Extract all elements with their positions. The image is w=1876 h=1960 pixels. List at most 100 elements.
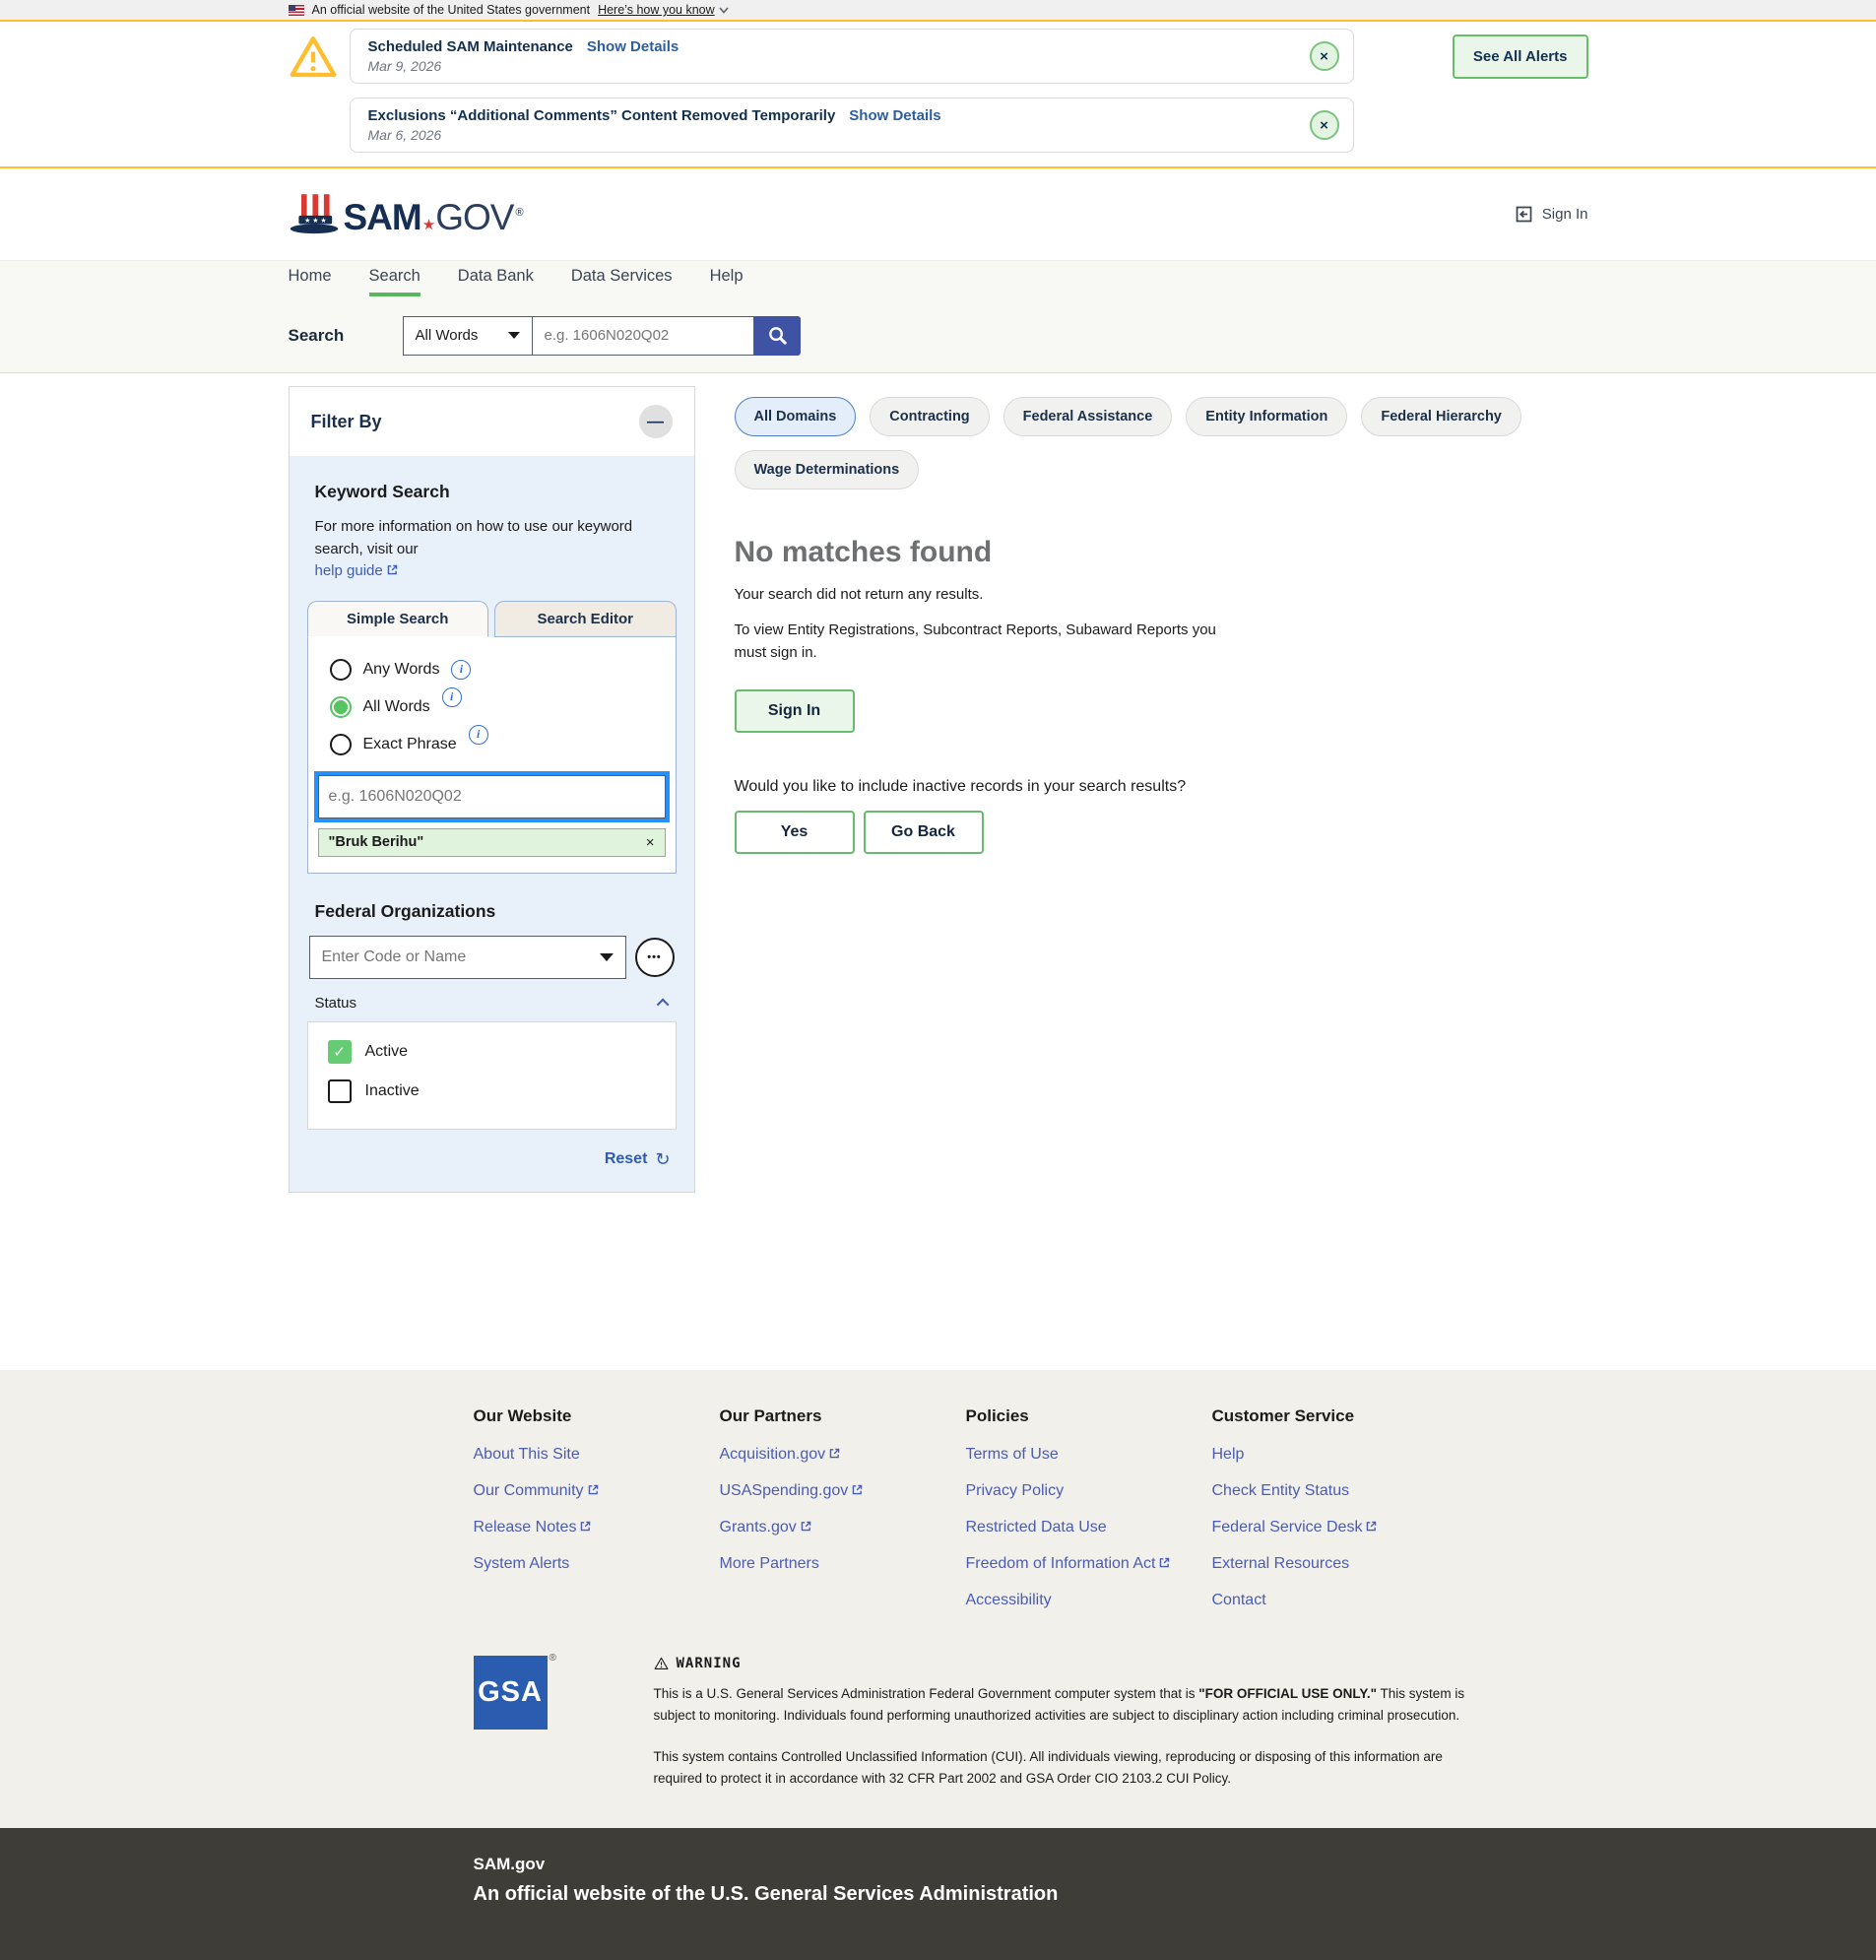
radio-circle-all-words[interactable]: [330, 696, 352, 718]
remove-tag-icon[interactable]: ×: [646, 834, 655, 851]
status-active-label: Active: [365, 1043, 409, 1061]
info-icon[interactable]: i: [469, 725, 488, 745]
caret-down-icon: [508, 332, 520, 339]
yes-button[interactable]: Yes: [735, 811, 855, 854]
identifier-statement: An official website of the U.S. General …: [474, 1883, 1588, 1906]
gov-banner-text: An official website of the United States…: [312, 3, 591, 17]
footer-link-our-community[interactable]: Our Community: [474, 1482, 720, 1500]
search-input[interactable]: [533, 316, 754, 356]
ellipsis-icon: •••: [647, 951, 662, 963]
sam-gov-logo[interactable]: ★ ★ ★ SAM★GOV®: [289, 191, 523, 238]
footer-link-help[interactable]: Help: [1212, 1446, 1458, 1464]
footer-link-freedom-of-information-act[interactable]: Freedom of Information Act: [966, 1555, 1212, 1573]
nav-item-search[interactable]: Search: [369, 267, 420, 292]
footer-link-system-alerts[interactable]: System Alerts: [474, 1555, 720, 1573]
footer-link-about-this-site[interactable]: About This Site: [474, 1446, 720, 1464]
external-link-icon: [587, 1483, 600, 1496]
nav-item-data-services[interactable]: Data Services: [571, 267, 673, 292]
help-guide-link[interactable]: help guide: [315, 562, 399, 579]
status-section-toggle[interactable]: Status: [315, 995, 669, 1012]
keyword-input[interactable]: [318, 775, 666, 818]
federal-organizations-heading: Federal Organizations: [315, 901, 669, 922]
primary-nav: Home Search Data Bank Data Services Help: [0, 260, 1876, 297]
domain-tab-federal-hierarchy[interactable]: Federal Hierarchy: [1361, 397, 1521, 436]
footer-link-privacy-policy[interactable]: Privacy Policy: [966, 1482, 1212, 1500]
nav-item-help[interactable]: Help: [710, 267, 744, 292]
footer-link-acquisition-gov[interactable]: Acquisition.gov: [720, 1446, 966, 1464]
reset-filters-link[interactable]: Reset: [605, 1150, 648, 1168]
footer-link-federal-service-desk[interactable]: Federal Service Desk: [1212, 1519, 1458, 1536]
search-band: Search All Words: [0, 297, 1876, 373]
footer-link-usaspending-gov[interactable]: USASpending.gov: [720, 1482, 966, 1500]
sign-in-button[interactable]: Sign In: [735, 689, 855, 733]
sign-in-link[interactable]: Sign In: [1514, 204, 1588, 225]
alert-show-details-link[interactable]: Show Details: [587, 38, 679, 55]
nav-item-home[interactable]: Home: [289, 267, 332, 292]
info-icon[interactable]: i: [442, 687, 462, 707]
logo-sam-text: SAM: [344, 197, 421, 238]
status-inactive-option[interactable]: Inactive: [328, 1079, 656, 1103]
search-submit-button[interactable]: [754, 316, 801, 356]
radio-any-words-label: Any Words: [363, 661, 440, 679]
checkbox-active[interactable]: ✓: [328, 1040, 352, 1064]
federal-organizations-placeholder: Enter Code or Name: [322, 948, 467, 966]
svg-text:★ ★ ★: ★ ★ ★: [304, 217, 326, 224]
radio-circle-exact-phrase[interactable]: [330, 734, 352, 755]
check-icon: ✓: [333, 1043, 346, 1061]
domain-tab-federal-assistance[interactable]: Federal Assistance: [1003, 397, 1173, 436]
federal-organizations-combobox[interactable]: Enter Code or Name: [309, 936, 626, 979]
domain-tab-contracting[interactable]: Contracting: [870, 397, 989, 436]
footer-link-grants-gov[interactable]: Grants.gov: [720, 1519, 966, 1536]
gov-banner: An official website of the United States…: [0, 0, 1876, 20]
footer-link-release-notes[interactable]: Release Notes: [474, 1519, 720, 1536]
keyword-search-heading: Keyword Search: [315, 482, 669, 502]
info-icon[interactable]: i: [451, 660, 471, 680]
alert-show-details-link[interactable]: Show Details: [849, 107, 940, 124]
alert-title: Exclusions “Additional Comments” Content…: [368, 107, 836, 124]
keyword-info-text: For more information on how to use our k…: [315, 518, 633, 557]
footer-link-terms-of-use[interactable]: Terms of Use: [966, 1446, 1212, 1464]
radio-exact-phrase-label: Exact Phrase: [363, 736, 457, 753]
footer-link-external-resources[interactable]: External Resources: [1212, 1555, 1458, 1573]
alert-date: Mar 9, 2026: [368, 58, 1294, 74]
radio-any-words[interactable]: Any Words i: [330, 659, 676, 681]
footer-link-accessibility[interactable]: Accessibility: [966, 1592, 1212, 1609]
tab-simple-search[interactable]: Simple Search: [307, 601, 489, 637]
footer-link-more-partners[interactable]: More Partners: [720, 1555, 966, 1573]
warning-paragraph-1: This is a U.S. General Services Administ…: [654, 1683, 1471, 1727]
checkbox-inactive[interactable]: [328, 1079, 352, 1103]
external-link-icon: [800, 1520, 812, 1533]
radio-exact-phrase[interactable]: Exact Phrase i: [330, 734, 676, 755]
footer-link-contact[interactable]: Contact: [1212, 1592, 1458, 1609]
footer-link-restricted-data-use[interactable]: Restricted Data Use: [966, 1519, 1212, 1536]
identifier-footer: SAM.gov An official website of the U.S. …: [0, 1828, 1876, 1960]
alert-close-button[interactable]: ×: [1310, 41, 1339, 71]
radio-all-words-label: All Words: [363, 698, 430, 716]
collapse-filters-button[interactable]: —: [639, 405, 673, 438]
uncle-sam-hat-icon: ★ ★ ★: [289, 191, 340, 238]
go-back-button[interactable]: Go Back: [864, 811, 984, 854]
domain-tab-wage-determinations[interactable]: Wage Determinations: [735, 450, 920, 490]
footer-link-check-entity-status[interactable]: Check Entity Status: [1212, 1482, 1458, 1500]
tab-search-editor[interactable]: Search Editor: [494, 601, 677, 637]
see-all-alerts-button[interactable]: See All Alerts: [1453, 34, 1588, 79]
minus-icon: —: [647, 412, 664, 431]
close-icon: ×: [1320, 117, 1328, 134]
chevron-up-icon: [656, 998, 669, 1011]
close-icon: ×: [1320, 48, 1328, 65]
nav-item-data-bank[interactable]: Data Bank: [458, 267, 534, 292]
heres-how-you-know-link[interactable]: Here’s how you know: [598, 3, 729, 17]
radio-circle-any-words[interactable]: [330, 659, 352, 681]
search-mode-select[interactable]: All Words: [403, 316, 533, 356]
domain-tab-entity-information[interactable]: Entity Information: [1186, 397, 1347, 436]
main-content: Filter By — Keyword Search For more info…: [0, 373, 1876, 1370]
domain-tab-all-domains[interactable]: All Domains: [735, 397, 857, 436]
warning-icon: [654, 1657, 669, 1670]
footer-heading: Our Partners: [720, 1406, 966, 1426]
federal-organizations-more-button[interactable]: •••: [635, 938, 675, 977]
status-active-option[interactable]: ✓ Active: [328, 1040, 656, 1064]
reset-icon[interactable]: ↻: [655, 1149, 670, 1170]
alert-card: Scheduled SAM Maintenance Show Details M…: [350, 29, 1354, 84]
alert-close-button[interactable]: ×: [1310, 110, 1339, 140]
radio-all-words[interactable]: All Words i: [330, 696, 676, 718]
